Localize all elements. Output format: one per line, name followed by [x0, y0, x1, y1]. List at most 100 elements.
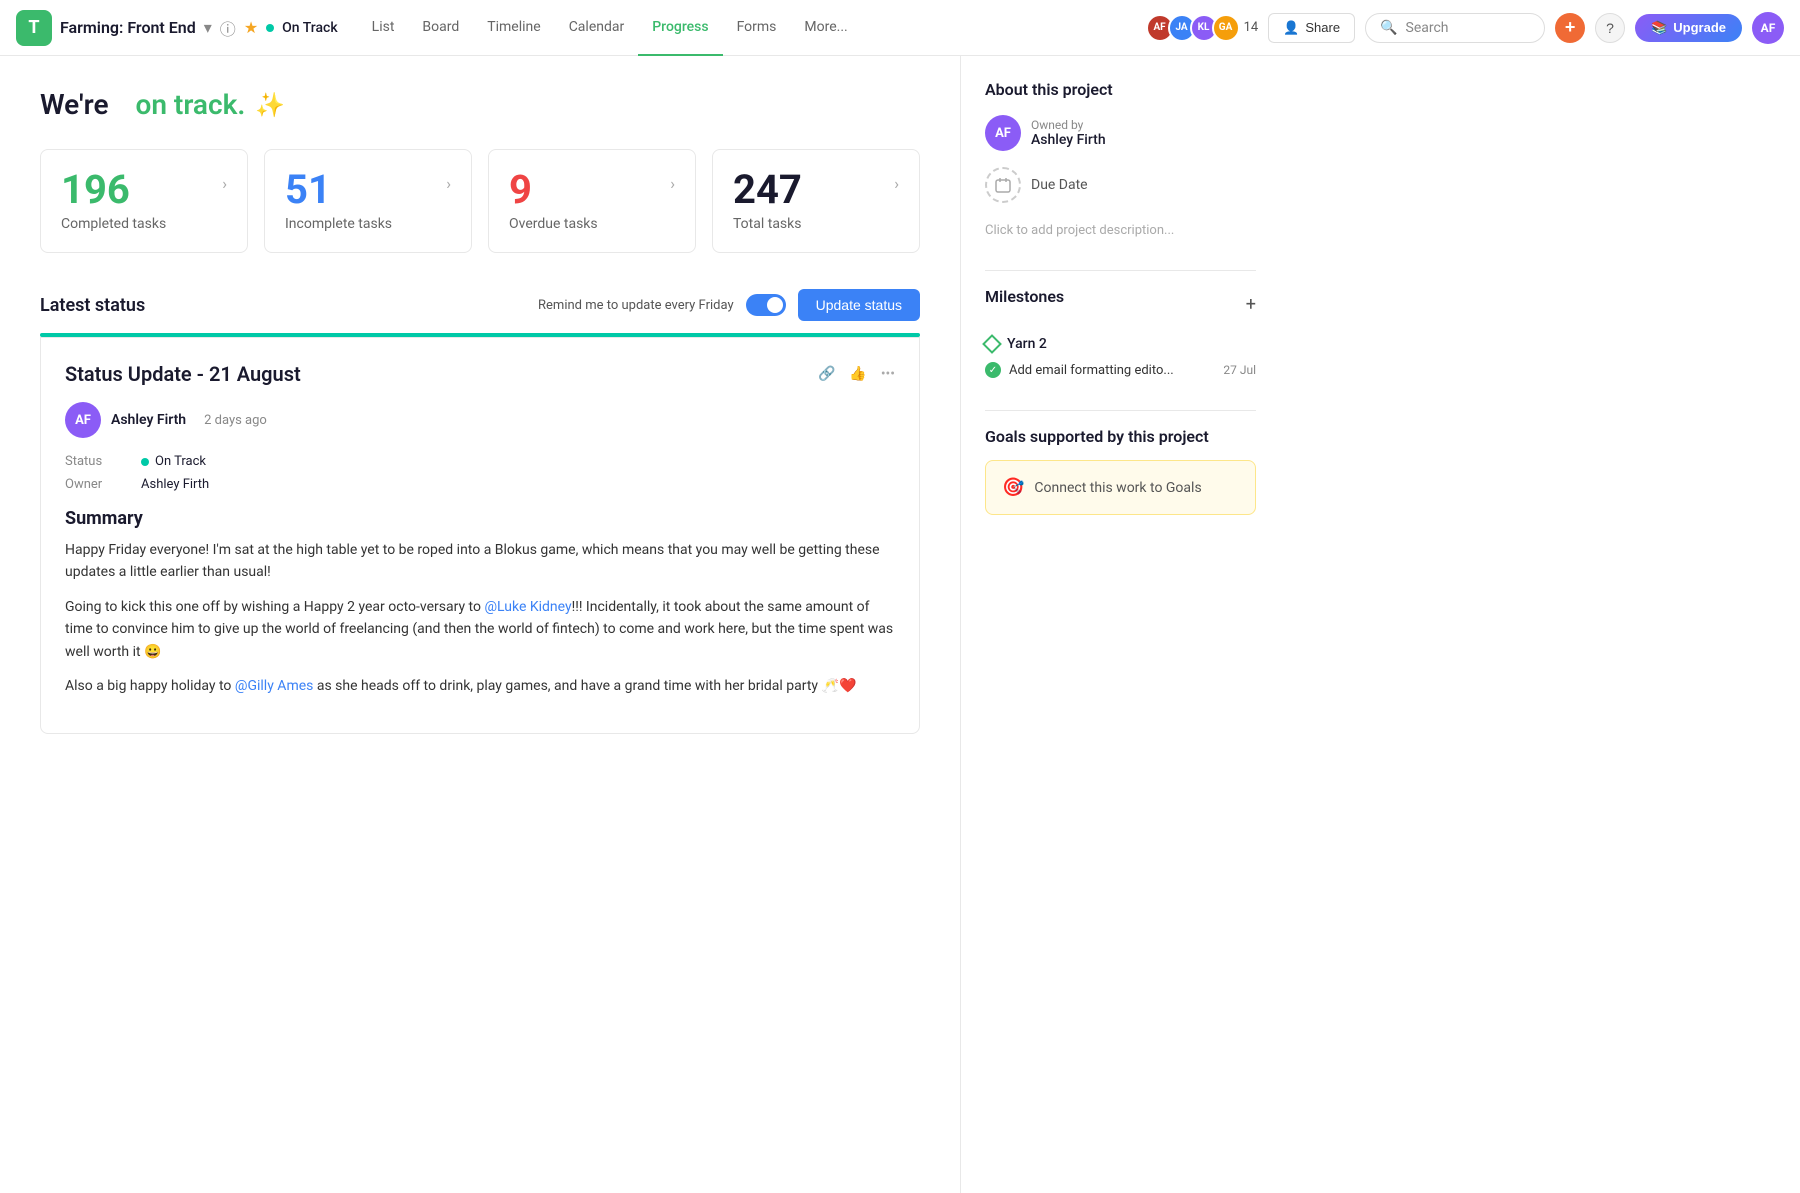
main-layout: We're on track. ✨ 196 Completed tasks › …: [0, 56, 1800, 1193]
tab-calendar[interactable]: Calendar: [555, 0, 639, 56]
milestone-label-yarn2: Yarn 2: [1007, 336, 1047, 352]
meta-row-status: Status On Track: [65, 454, 895, 469]
milestone-task-check-icon: ✓: [985, 362, 1001, 378]
goal-icon: 🎯: [1002, 477, 1024, 498]
arrow-icon-total: ›: [894, 174, 899, 193]
tab-timeline[interactable]: Timeline: [473, 0, 554, 56]
paragraph3-suffix: as she heads off to drink, play games, a…: [313, 678, 856, 694]
goals-section: Goals supported by this project 🎯 Connec…: [985, 427, 1256, 515]
milestone-task-item[interactable]: ✓ Add email formatting edito... 27 Jul: [985, 358, 1256, 382]
arrow-icon-incomplete: ›: [446, 174, 451, 193]
milestone-diamond-icon: [982, 334, 1002, 354]
mention-gilly[interactable]: @Gilly Ames: [235, 678, 313, 694]
nav-tabs: List Board Timeline Calendar Progress Fo…: [358, 0, 862, 56]
about-title: About this project: [985, 80, 1256, 99]
more-icon[interactable]: •••: [881, 366, 895, 382]
search-box[interactable]: 🔍 Search: [1365, 13, 1545, 43]
about-section: About this project AF Owned by Ashley Fi…: [985, 80, 1256, 242]
help-button[interactable]: ?: [1595, 13, 1625, 43]
paragraph2-prefix: Going to kick this one off by wishing a …: [65, 599, 484, 615]
stat-card-completed[interactable]: 196 Completed tasks ›: [40, 149, 248, 253]
stat-card-incomplete[interactable]: 51 Incomplete tasks ›: [264, 149, 472, 253]
avatar-4: GA: [1212, 14, 1240, 42]
star-icon[interactable]: ★: [244, 18, 258, 37]
mention-luke[interactable]: @Luke Kidney: [484, 599, 571, 615]
remind-label: Remind me to update every Friday: [538, 298, 734, 313]
stat-label-overdue: Overdue tasks: [509, 216, 598, 232]
upgrade-button[interactable]: 📚 Upgrade: [1635, 14, 1742, 42]
stat-number-completed: 196: [61, 170, 166, 210]
like-icon[interactable]: 👍: [849, 366, 866, 382]
connect-goals-card[interactable]: 🎯 Connect this work to Goals: [985, 460, 1256, 515]
heading-static: We're: [40, 88, 109, 121]
goals-title: Goals supported by this project: [985, 427, 1256, 446]
summary-paragraph-1: Happy Friday everyone! I'm sat at the hi…: [65, 539, 895, 584]
status-card: Status Update - 21 August 🔗 👍 ••• AF Ash…: [40, 337, 920, 734]
status-section-title: Latest status: [40, 295, 145, 316]
share-button[interactable]: 👤 Share: [1268, 13, 1355, 43]
connect-goals-label: Connect this work to Goals: [1034, 480, 1201, 496]
due-date-row[interactable]: Due Date: [985, 167, 1256, 203]
owner-avatar: AF: [985, 115, 1021, 151]
project-name: Farming: Front End: [60, 18, 196, 37]
sidebar-divider-2: [985, 410, 1256, 411]
sidebar-divider-1: [985, 270, 1256, 271]
status-update-title: Status Update - 21 August: [65, 362, 301, 386]
heading-dynamic: on track.: [135, 88, 245, 121]
milestones-header: Milestones +: [985, 287, 1256, 322]
tab-list[interactable]: List: [358, 0, 409, 56]
author-name: Ashley Firth: [111, 412, 186, 428]
share-label: Share: [1305, 20, 1340, 35]
arrow-icon-completed: ›: [222, 174, 227, 193]
stat-label-total: Total tasks: [733, 216, 802, 232]
avatar-group: AF JA KL GA 14: [1146, 14, 1259, 42]
author-time: 2 days ago: [204, 413, 267, 428]
sparkle-icon: ✨: [255, 91, 285, 119]
due-date-label: Due Date: [1031, 177, 1088, 193]
on-track-dot: [141, 458, 149, 466]
link-icon[interactable]: 🔗: [818, 366, 835, 382]
logo-text: T: [28, 17, 39, 38]
sidebar: About this project AF Owned by Ashley Fi…: [960, 56, 1280, 1193]
author-row: AF Ashley Firth 2 days ago: [65, 402, 895, 438]
author-avatar: AF: [65, 402, 101, 438]
update-status-button[interactable]: Update status: [798, 289, 920, 321]
meta-row-owner: Owner Ashley Firth: [65, 477, 895, 492]
milestone-yarn2: Yarn 2 ✓ Add email formatting edito... 2…: [985, 336, 1256, 382]
owner-key: Owner: [65, 477, 125, 492]
user-avatar[interactable]: AF: [1752, 12, 1784, 44]
description-placeholder[interactable]: Click to add project description...: [985, 219, 1256, 242]
tab-progress[interactable]: Progress: [638, 0, 722, 56]
chevron-down-icon[interactable]: ▾: [204, 18, 212, 37]
add-button[interactable]: +: [1555, 13, 1585, 43]
tab-board[interactable]: Board: [408, 0, 473, 56]
milestone-task-date: 27 Jul: [1223, 363, 1256, 377]
paragraph3-prefix: Also a big happy holiday to: [65, 678, 235, 694]
arrow-icon-overdue: ›: [670, 174, 675, 193]
add-milestone-button[interactable]: +: [1246, 294, 1256, 315]
owner-row: AF Owned by Ashley Firth: [985, 115, 1256, 151]
status-val: On Track: [141, 454, 206, 469]
search-placeholder: Search: [1406, 20, 1449, 36]
remind-toggle[interactable]: [746, 294, 786, 316]
tab-more[interactable]: More...: [790, 0, 861, 56]
milestones-title: Milestones: [985, 287, 1064, 306]
stat-card-total[interactable]: 247 Total tasks ›: [712, 149, 920, 253]
status-card-header: Status Update - 21 August 🔗 👍 •••: [65, 362, 895, 386]
upgrade-icon: 📚: [1651, 20, 1667, 36]
owner-val: Ashley Firth: [141, 477, 209, 492]
stat-card-overdue[interactable]: 9 Overdue tasks ›: [488, 149, 696, 253]
owner-name: Ashley Firth: [1031, 132, 1106, 148]
status-label: On Track: [282, 20, 338, 36]
milestone-name-yarn2: Yarn 2: [985, 336, 1256, 352]
status-meta: Status On Track Owner Ashley Firth: [65, 454, 895, 492]
search-icon: 🔍: [1380, 20, 1397, 36]
toggle-slider: [746, 294, 786, 316]
summary-paragraph-2: Going to kick this one off by wishing a …: [65, 596, 895, 663]
info-icon[interactable]: ⓘ: [220, 16, 236, 40]
status-controls: Remind me to update every Friday Update …: [538, 289, 920, 321]
milestone-task-label: Add email formatting edito...: [1009, 363, 1174, 378]
tab-forms[interactable]: Forms: [723, 0, 791, 56]
summary-paragraph-3: Also a big happy holiday to @Gilly Ames …: [65, 675, 895, 697]
logo: T: [16, 10, 52, 46]
